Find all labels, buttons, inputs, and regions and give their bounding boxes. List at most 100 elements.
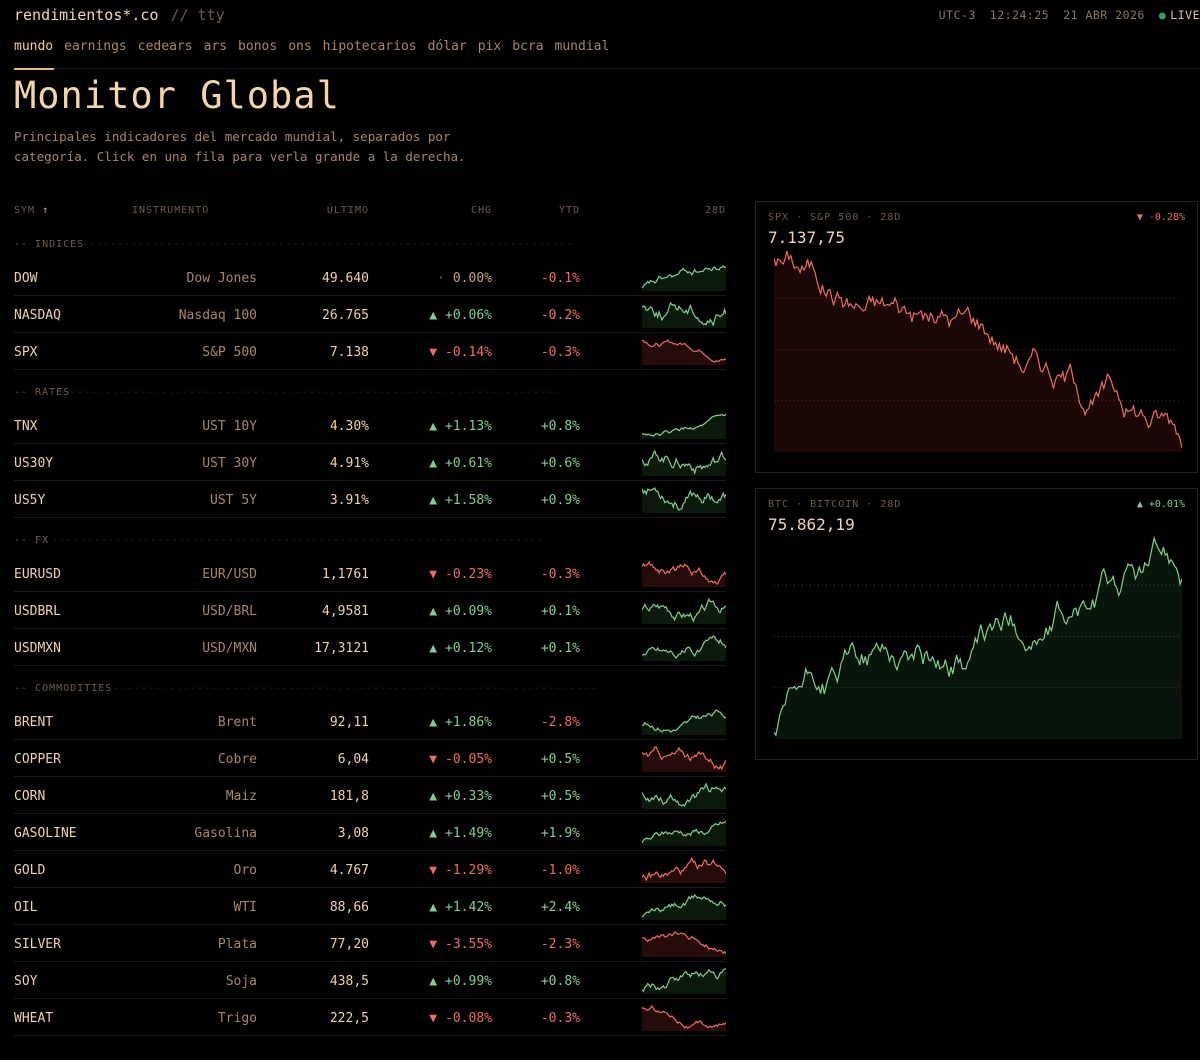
sparkline — [642, 894, 726, 920]
last-cell: 438,5 — [329, 974, 369, 989]
table-row[interactable]: GASOLINE Gasolina 3,08 ▲ +1.49% +1.9% — [14, 814, 726, 851]
header-ytd[interactable]: YTD — [559, 205, 580, 216]
table-row[interactable]: EURUSD EUR/USD 1,1761 ▼ -0.23% -0.3% — [14, 555, 726, 592]
change-value: -0.14% — [445, 345, 492, 360]
chart-panel-btc[interactable]: BTC · BITCOIN · 28D ▲ +0.01% 75.862,19 — [755, 488, 1198, 760]
down-arrow-icon: ▼ — [429, 345, 438, 360]
change-value: +0.06% — [445, 308, 492, 323]
sparkline — [642, 339, 726, 365]
ytd-cell: +2.4% — [540, 900, 580, 915]
symbol-cell: DOW — [14, 271, 38, 286]
sparkline — [642, 301, 726, 328]
sparkline — [642, 265, 726, 291]
change-cell: ▲ +1.49% — [429, 826, 492, 841]
change-cell: ▲ +0.12% — [429, 641, 492, 656]
up-arrow-icon: ▲ — [429, 493, 438, 508]
down-arrow-icon: ▼ — [429, 863, 438, 878]
instrument-cell: Gasolina — [194, 826, 257, 841]
sparkline — [642, 487, 726, 513]
sparkline — [642, 597, 726, 624]
header-sym[interactable]: SYM ↑ — [14, 205, 49, 216]
table-row[interactable]: USDBRL USD/BRL 4,9581 ▲ +0.09% +0.1% — [14, 592, 726, 629]
chart-panel-spx[interactable]: SPX · S&P 500 · 28D ▼ -0.28% 7.137,75 — [755, 201, 1198, 473]
down-arrow-icon: ▼ — [429, 937, 438, 952]
header-sym-label: SYM — [14, 205, 36, 216]
table-row[interactable]: BRENT Brent 92,11 ▲ +1.86% -2.8% — [14, 703, 726, 740]
brand-name[interactable]: rendimientos*.co — [14, 6, 159, 24]
table-row[interactable]: COPPER Cobre 6,04 ▼ -0.05% +0.5% — [14, 740, 726, 777]
change-value: -1.29% — [445, 863, 492, 878]
ytd-cell: +0.9% — [540, 493, 580, 508]
ytd-cell: -0.3% — [540, 1011, 580, 1026]
nav-tab[interactable]: earnings — [64, 39, 127, 54]
category-header: -- INDICES ------------------------------… — [14, 222, 726, 259]
panel-change-value: +0.01% — [1148, 499, 1185, 510]
dot-icon: · — [437, 271, 445, 286]
nav-tab[interactable]: mundial — [555, 39, 610, 54]
header-instrument[interactable]: INSTRUMENTO — [132, 205, 209, 216]
sparkline — [642, 820, 726, 846]
table-row[interactable]: GOLD Oro 4.767 ▼ -1.29% -1.0% — [14, 851, 726, 888]
symbol-cell: SOY — [14, 974, 38, 989]
up-arrow-icon: ▲ — [429, 715, 438, 730]
sparkline — [642, 560, 726, 587]
table-row[interactable]: WHEAT Trigo 222,5 ▼ -0.08% -0.3% — [14, 999, 726, 1036]
nav-tab[interactable]: dólar — [428, 39, 467, 54]
change-value: +0.09% — [445, 604, 492, 619]
nav-tab[interactable]: bonos — [238, 39, 277, 54]
live-dot-icon: ● — [1158, 8, 1167, 22]
table-row[interactable]: DOW Dow Jones 49.640 · 0.00% -0.1% — [14, 259, 726, 296]
nav-tab[interactable]: cedears — [138, 39, 193, 54]
down-arrow-icon: ▼ — [429, 567, 438, 582]
change-value: -0.05% — [445, 752, 492, 767]
last-cell: 17,3121 — [314, 641, 369, 656]
instrument-cell: Soja — [225, 974, 257, 989]
ytd-cell: +0.1% — [540, 641, 580, 656]
last-cell: 88,66 — [329, 900, 369, 915]
brand[interactable]: rendimientos*.co // tty — [14, 6, 225, 24]
nav-tab[interactable]: mundo — [14, 39, 53, 54]
symbol-cell: US5Y — [14, 493, 46, 508]
nav-tab[interactable]: ons — [288, 39, 311, 54]
table-row[interactable]: US30Y UST 30Y 4.91% ▲ +0.61% +0.6% — [14, 444, 726, 481]
up-arrow-icon: ▲ — [1136, 499, 1143, 510]
header-28d[interactable]: 28D — [705, 205, 726, 216]
header-last[interactable]: ÚLTIMO — [327, 205, 369, 216]
table-row[interactable]: SILVER Plata 77,20 ▼ -3.55% -2.3% — [14, 925, 726, 962]
nav-tab[interactable]: ars — [204, 39, 227, 54]
nav-divider — [14, 68, 1200, 69]
last-cell: 77,20 — [329, 937, 369, 952]
table-row[interactable]: NASDAQ Nasdaq 100 26.765 ▲ +0.06% -0.2% — [14, 296, 726, 333]
instrument-cell: Maiz — [225, 789, 257, 804]
ytd-cell: -2.3% — [540, 937, 580, 952]
table-row[interactable]: USDMXN USD/MXN 17,3121 ▲ +0.12% +0.1% — [14, 629, 726, 666]
last-cell: 4.30% — [329, 419, 369, 434]
table-row[interactable]: TNX UST 10Y 4.30% ▲ +1.13% +0.8% — [14, 407, 726, 444]
change-value: +0.12% — [445, 641, 492, 656]
table-row[interactable]: CORN Maiz 181,8 ▲ +0.33% +0.5% — [14, 777, 726, 814]
table-header: SYM ↑ INSTRUMENTO ÚLTIMO CHG YTD 28D — [14, 200, 726, 222]
instrument-cell: Oro — [233, 863, 257, 878]
nav-tab[interactable]: bcra — [512, 39, 543, 54]
sparkline — [642, 635, 726, 661]
market-table: SYM ↑ INSTRUMENTO ÚLTIMO CHG YTD 28D -- … — [14, 200, 726, 1036]
live-label: LIVE — [1170, 8, 1200, 22]
table-row[interactable]: US5Y UST 5Y 3.91% ▲ +1.58% +0.9% — [14, 481, 726, 518]
header-chg[interactable]: CHG — [471, 205, 492, 216]
page-description: Principales indicadores del mercado mund… — [14, 129, 466, 164]
sparkline — [642, 1004, 726, 1031]
change-cell: ▲ +0.33% — [429, 789, 492, 804]
sort-asc-icon[interactable]: ↑ — [42, 205, 49, 216]
symbol-cell: USDBRL — [14, 604, 61, 619]
area-fill — [642, 895, 726, 920]
table-row[interactable]: SPX S&P 500 7.138 ▼ -0.14% -0.3% — [14, 333, 726, 370]
table-row[interactable]: SOY Soja 438,5 ▲ +0.99% +0.8% — [14, 962, 726, 999]
category-label: -- FX — [14, 535, 50, 546]
table-row[interactable]: OIL WTI 88,66 ▲ +1.42% +2.4% — [14, 888, 726, 925]
symbol-cell: COPPER — [14, 752, 61, 767]
nav-tab[interactable]: pix — [478, 39, 501, 54]
category-header: -- FX -----------------------------------… — [14, 518, 726, 555]
nav-tab[interactable]: hipotecarios — [323, 39, 417, 54]
change-cell: ▲ +1.13% — [429, 419, 492, 434]
change-cell: ▼ -1.29% — [429, 863, 492, 878]
